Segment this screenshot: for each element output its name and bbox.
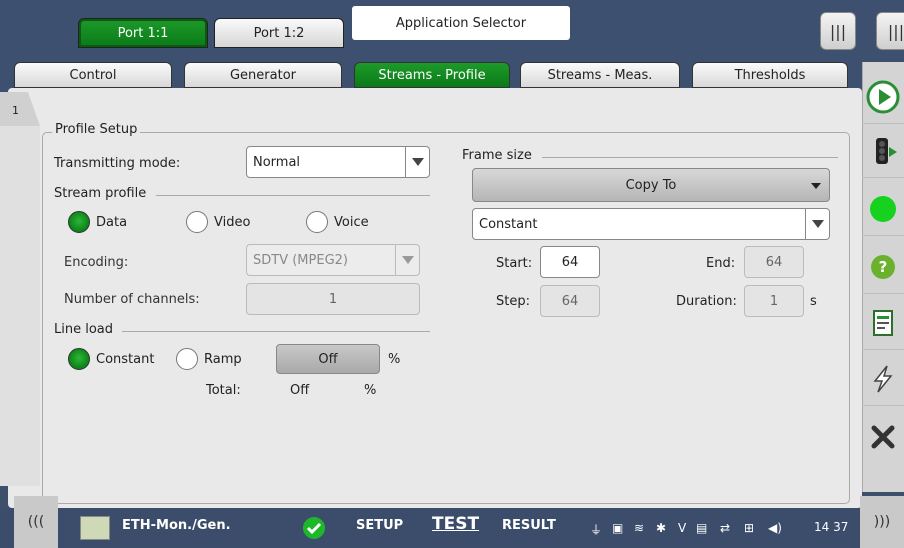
total-label: Total: [206, 383, 241, 398]
chevron-down-icon [805, 209, 829, 239]
application-selector-button[interactable]: Application Selector [352, 6, 570, 40]
radio-voice-label: Voice [334, 215, 369, 230]
dropdown-triangle-icon [811, 183, 821, 189]
chevron-down-icon [405, 147, 429, 177]
radio-video-label: Video [214, 215, 251, 230]
tab-control[interactable]: Control [14, 62, 172, 88]
status-led-icon [862, 182, 904, 236]
menu-icon[interactable]: ||| [820, 12, 856, 50]
radio-constant[interactable] [68, 348, 90, 370]
radio-data-label: Data [96, 215, 128, 230]
line-load-divider [122, 331, 430, 332]
radio-data[interactable] [68, 211, 90, 233]
start-field[interactable]: 64 [540, 246, 600, 278]
tab-streams-profile[interactable]: Streams - Profile [354, 62, 510, 88]
channels-field[interactable]: 1 [246, 283, 420, 315]
test-status[interactable]: TEST [432, 514, 479, 534]
power-plug-icon: ⏚ [590, 523, 603, 537]
encoding-select[interactable]: SDTV (MPEG2) [246, 244, 420, 276]
radio-ramp-label: Ramp [204, 352, 242, 367]
encoding-label: Encoding: [64, 255, 129, 270]
profile-setup-title: Profile Setup [52, 122, 141, 137]
radio-ramp[interactable] [176, 348, 198, 370]
copy-to-label: Copy To [625, 177, 677, 193]
stream-profile-title: Stream profile [54, 186, 147, 201]
total-unit: % [364, 383, 377, 398]
storage-icon: ▣ [612, 521, 624, 535]
svg-text:?: ? [879, 258, 888, 276]
nav-left-button[interactable]: ((( [14, 496, 58, 548]
app-name: ETH-Mon./Gen. [122, 518, 231, 533]
radio-voice[interactable] [306, 211, 328, 233]
tab-streams-meas[interactable]: Streams - Meas. [520, 62, 680, 88]
tab-generator[interactable]: Generator [184, 62, 342, 88]
usb-icon: ⇄ [720, 521, 731, 535]
help-icon[interactable]: ? [862, 240, 904, 294]
network-icon: ⊞ [744, 521, 755, 535]
frame-size-mode-value: Constant [479, 216, 538, 232]
v-icon: V [678, 521, 687, 535]
duration-field[interactable]: 1 [744, 285, 804, 317]
port-tab-1-1[interactable]: Port 1:1 [78, 18, 208, 48]
encoding-value: SDTV (MPEG2) [253, 252, 348, 268]
line-load-value-button[interactable]: Off [276, 344, 380, 374]
copy-to-button[interactable]: Copy To [472, 168, 830, 202]
result-status[interactable]: RESULT [502, 518, 556, 533]
tab-thresholds[interactable]: Thresholds [692, 62, 848, 88]
start-label: Start: [496, 256, 533, 271]
module-icon [80, 516, 110, 540]
report-icon[interactable] [862, 296, 904, 350]
frame-size-mode-select[interactable]: Constant [472, 208, 830, 240]
chevron-down-icon [395, 245, 419, 275]
volume-icon: ◀) [768, 521, 782, 535]
duration-unit: s [810, 294, 817, 309]
transmitting-mode-select[interactable]: Normal [246, 146, 430, 178]
duration-label: Duration: [676, 294, 737, 309]
port-tab-1-2[interactable]: Port 1:2 [214, 18, 344, 48]
close-icon[interactable] [862, 410, 904, 464]
nav-right-button[interactable]: ))) [860, 496, 904, 548]
channels-label: Number of channels: [64, 292, 200, 307]
terminal-icon: ▤ [696, 521, 708, 535]
setup-status[interactable]: SETUP [356, 518, 403, 533]
frame-size-title: Frame size [462, 148, 532, 163]
radio-video[interactable] [186, 211, 208, 233]
transmitting-mode-label: Transmitting mode: [54, 156, 181, 171]
stream-profile-divider [156, 195, 430, 196]
start-play-icon[interactable] [862, 70, 904, 124]
clock: 14 37 [814, 520, 849, 534]
end-label: End: [706, 256, 736, 271]
panel-menu-icon[interactable]: ||| [876, 12, 904, 50]
bluetooth-icon: ✱ [656, 521, 667, 535]
lightning-icon[interactable] [862, 352, 904, 406]
line-load-title: Line load [54, 322, 114, 337]
end-field[interactable]: 64 [744, 246, 804, 278]
radio-constant-label: Constant [96, 352, 155, 367]
traffic-light-icon[interactable] [862, 124, 904, 178]
frame-size-divider [542, 157, 838, 158]
wifi-icon: ≋ [634, 521, 645, 535]
transmitting-mode-value: Normal [253, 154, 301, 170]
step-field[interactable]: 64 [540, 285, 600, 317]
stream-side-strip [0, 126, 40, 486]
line-load-unit: % [388, 352, 401, 367]
check-icon [302, 516, 326, 544]
total-value: Off [290, 383, 310, 398]
step-label: Step: [496, 294, 530, 309]
